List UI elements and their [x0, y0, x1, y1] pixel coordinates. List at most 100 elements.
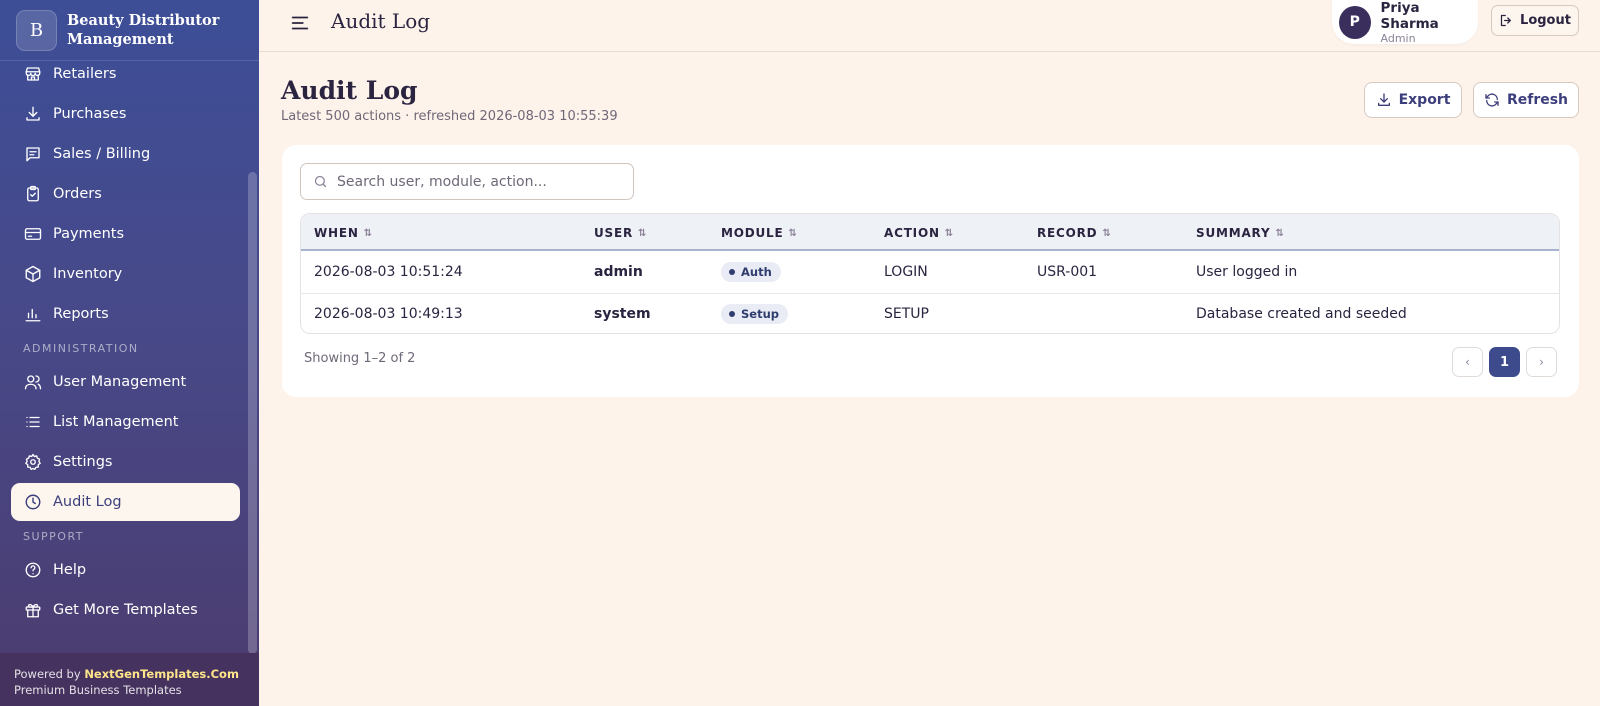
sidebar-item-orders[interactable]: Orders — [11, 175, 240, 213]
gear-icon — [23, 452, 43, 472]
table-header: WHEN ⇅ USER ⇅ MODULE ⇅ ACTION ⇅ RECORD ⇅ SUMM… — [301, 214, 1559, 251]
brand-name-line2: Management — [67, 31, 174, 48]
sidebar-item-label: Audit Log — [53, 494, 122, 510]
module-label: Auth — [741, 265, 772, 279]
sidebar-item-user-management[interactable]: User Management — [11, 363, 240, 401]
sidebar-item-inventory[interactable]: Inventory — [11, 255, 240, 293]
pagination-prev-button[interactable]: ‹ — [1452, 347, 1483, 377]
sidebar-item-label: Help — [53, 562, 87, 578]
sidebar-item-label: Payments — [53, 226, 125, 242]
refresh-label: Refresh — [1506, 92, 1569, 108]
brand[interactable]: B Beauty Distributor Management — [0, 0, 259, 61]
sidebar-item-reports[interactable]: Reports — [11, 295, 240, 333]
powered-prefix: Powered by — [14, 667, 85, 681]
powered-brand-link[interactable]: NextGenTemplates.Com — [84, 667, 239, 681]
section-administration: ADMINISTRATION — [23, 342, 139, 355]
pagination-next-button[interactable]: › — [1526, 347, 1557, 377]
logout-button[interactable]: Logout — [1491, 5, 1579, 36]
module-label: Setup — [741, 307, 779, 321]
clipboard-icon — [23, 184, 43, 204]
list-icon — [23, 412, 43, 432]
user-role: Admin — [1380, 31, 1416, 45]
topbar: Audit Log P Priya Sharma Admin Logout — [259, 0, 1600, 52]
brand-name-line1: Beauty Distributor — [67, 12, 220, 29]
avatar: P — [1339, 5, 1371, 39]
page-title: Audit Log — [281, 76, 418, 105]
cell-when: 2026-08-03 10:49:13 — [314, 306, 463, 322]
powered-by-line: Powered by NextGenTemplates.Com — [14, 666, 259, 682]
sort-icon: ⇅ — [1102, 227, 1111, 239]
menu-toggle-button[interactable] — [289, 12, 311, 34]
column-label: WHEN — [314, 226, 359, 240]
sort-icon: ⇅ — [638, 227, 647, 239]
column-label: SUMMARY — [1196, 226, 1271, 240]
gift-icon — [23, 600, 43, 620]
sidebar-item-help[interactable]: Help — [11, 551, 240, 589]
user-menu[interactable]: P Priya Sharma Admin — [1332, 0, 1478, 45]
brand-logo: B — [16, 9, 57, 51]
sidebar-item-list-management[interactable]: List Management — [11, 403, 240, 441]
cell-user: system — [594, 306, 651, 322]
brand-name: Beauty Distributor Management — [67, 11, 219, 49]
sidebar-item-label: Sales / Billing — [53, 146, 151, 162]
credit-card-icon — [23, 224, 43, 244]
module-badge: Auth — [721, 262, 781, 282]
sidebar-item-audit-log[interactable]: Audit Log — [11, 483, 240, 521]
store-icon — [23, 64, 43, 84]
cell-summary: User logged in — [1196, 264, 1298, 280]
table-row[interactable]: 2026-08-03 10:51:24 admin Auth LOGIN USR… — [301, 252, 1559, 293]
search-input[interactable] — [337, 173, 617, 190]
sort-icon: ⇅ — [788, 227, 797, 239]
sidebar-item-label: Inventory — [53, 266, 123, 282]
column-header-action[interactable]: ACTION ⇅ — [884, 226, 953, 240]
sidebar-item-payments[interactable]: Payments — [11, 215, 240, 253]
column-label: RECORD — [1037, 226, 1098, 240]
sidebar: B Beauty Distributor Management Retailer… — [0, 0, 259, 706]
refresh-button[interactable]: Refresh — [1473, 82, 1579, 118]
sidebar-item-settings[interactable]: Settings — [11, 443, 240, 481]
sidebar-scrollbar[interactable] — [248, 172, 257, 654]
sidebar-item-label: Retailers — [53, 66, 117, 82]
cell-action: SETUP — [884, 306, 929, 322]
module-badge: Setup — [721, 304, 788, 324]
column-label: USER — [594, 226, 634, 240]
sidebar-item-label: Reports — [53, 306, 109, 322]
audit-log-card: WHEN ⇅ USER ⇅ MODULE ⇅ ACTION ⇅ RECORD ⇅ SUMM… — [282, 145, 1579, 397]
search-box[interactable] — [300, 163, 634, 200]
section-support: SUPPORT — [23, 530, 85, 543]
bar-chart-icon — [23, 304, 43, 324]
sidebar-item-get-more-templates[interactable]: Get More Templates — [11, 591, 240, 629]
cell-user: admin — [594, 264, 643, 280]
column-label: ACTION — [884, 226, 940, 240]
receipt-icon — [23, 144, 43, 164]
topbar-title: Audit Log — [331, 9, 431, 33]
export-label: Export — [1398, 92, 1451, 108]
refresh-icon — [1484, 92, 1500, 108]
cell-record: USR-001 — [1037, 264, 1098, 280]
sidebar-item-purchases[interactable]: Purchases — [11, 95, 240, 133]
table-row[interactable]: 2026-08-03 10:49:13 system Setup SETUP D… — [301, 293, 1559, 333]
hamburger-icon — [291, 16, 309, 30]
column-header-user[interactable]: USER ⇅ — [594, 226, 646, 240]
badge-dot — [729, 269, 735, 275]
sidebar-item-sales-billing[interactable]: Sales / Billing — [11, 135, 240, 173]
sidebar-item-retailers[interactable]: Retailers — [11, 55, 240, 93]
column-header-module[interactable]: MODULE ⇅ — [721, 226, 797, 240]
logout-label: Logout — [1520, 13, 1571, 28]
box-icon — [23, 264, 43, 284]
column-header-summary[interactable]: SUMMARY ⇅ — [1196, 226, 1284, 240]
sidebar-item-label: Get More Templates — [53, 602, 198, 618]
sidebar-item-label: Orders — [53, 186, 102, 202]
download-icon — [23, 104, 43, 124]
pagination-page-1[interactable]: 1 — [1489, 347, 1520, 377]
badge-dot — [729, 311, 735, 317]
export-button[interactable]: Export — [1364, 82, 1462, 118]
sidebar-item-label: List Management — [53, 414, 179, 430]
chevron-right-icon: › — [1539, 355, 1544, 369]
column-header-record[interactable]: RECORD ⇅ — [1037, 226, 1111, 240]
sort-icon: ⇅ — [363, 227, 373, 239]
cell-when: 2026-08-03 10:51:24 — [314, 264, 463, 280]
audit-log-table: WHEN ⇅ USER ⇅ MODULE ⇅ ACTION ⇅ RECORD ⇅ SUMM… — [300, 213, 1560, 334]
sort-icon: ⇅ — [944, 227, 954, 239]
column-header-when[interactable]: WHEN ⇅ — [314, 226, 372, 240]
